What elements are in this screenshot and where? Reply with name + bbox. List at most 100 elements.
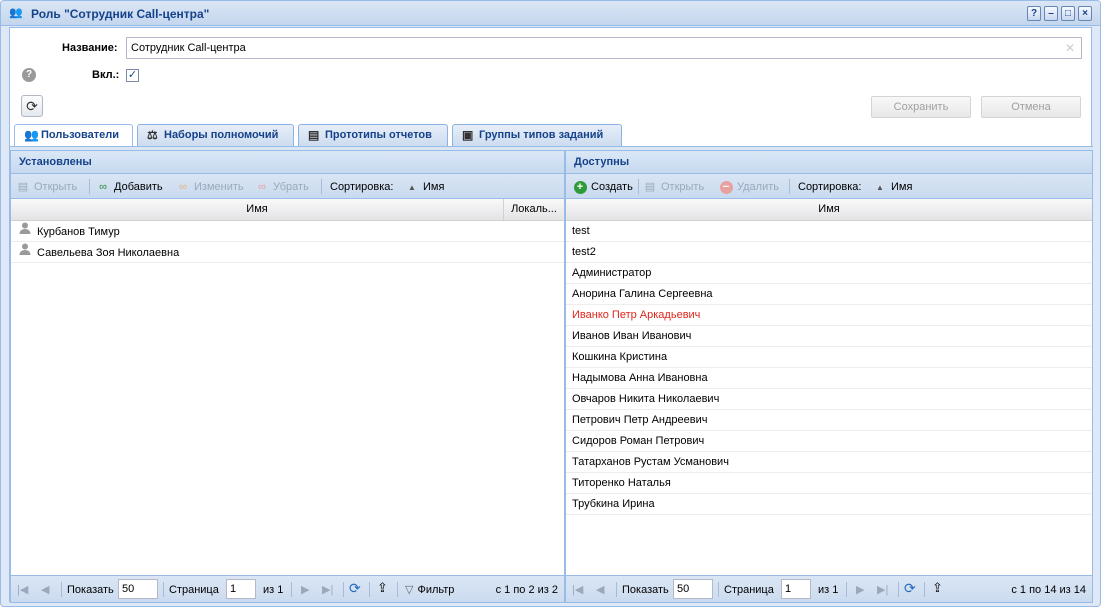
table-row[interactable]: Татарханов Рустам Усманович <box>566 452 1092 473</box>
reload-icon[interactable]: ⟳ <box>349 580 361 596</box>
toolbar-separator <box>638 179 639 194</box>
reload-icon[interactable]: ⟳ <box>904 580 916 596</box>
user-icon <box>17 221 33 241</box>
sort-field-button[interactable]: ▲ Имя <box>872 179 912 195</box>
page-input[interactable]: 1 <box>781 579 811 599</box>
toolbar-separator <box>321 179 322 194</box>
edit-button[interactable]: ∞ Изменить <box>175 179 244 195</box>
column-name[interactable]: Имя <box>566 199 1092 220</box>
role-window: 👥 Роль "Сотрудник Call-центра" ? – □ × Н… <box>0 0 1101 607</box>
table-row[interactable]: Анорина Галина Сергеевна <box>566 284 1092 305</box>
tab-task-type-groups-label: Группы типов заданий <box>479 129 604 141</box>
last-page-icon[interactable]: ▶| <box>877 582 888 598</box>
add-label: Добавить <box>114 181 163 193</box>
sort-field-button[interactable]: ▲ Имя <box>404 179 444 195</box>
window-body: Название: Сотрудник Call-центра ✕ ? Вкл.… <box>9 27 1093 603</box>
tab-permission-sets-label: Наборы полномочий <box>164 129 279 141</box>
table-row[interactable]: Савельева Зоя Николаевна <box>11 242 564 263</box>
table-row[interactable]: Сидоров Роман Петрович <box>566 431 1092 452</box>
open-button[interactable]: ▤ Открыть <box>15 179 77 195</box>
table-row[interactable]: test2 <box>566 242 1092 263</box>
next-page-icon[interactable]: ▶ <box>856 582 864 598</box>
table-row[interactable]: Курбанов Тимур <box>11 221 564 242</box>
cancel-button[interactable]: Отмена <box>981 96 1081 118</box>
pager-separator <box>846 582 847 597</box>
link-edit-icon: ∞ <box>179 181 187 193</box>
filter-label: Фильтр <box>417 584 455 596</box>
table-row[interactable]: Иванов Иван Иванович <box>566 326 1092 347</box>
sort-asc-icon: ▲ <box>876 183 884 192</box>
table-row[interactable]: Трубкина Ирина <box>566 494 1092 515</box>
add-button[interactable]: ∞ Добавить <box>95 179 163 195</box>
next-page-icon[interactable]: ▶ <box>301 582 309 598</box>
pager-summary: с 1 по 2 из 2 <box>495 584 558 596</box>
refresh-icon[interactable]: ⟳ <box>21 95 43 117</box>
page-input[interactable]: 1 <box>226 579 256 599</box>
table-row[interactable]: Иванко Петр Аркадьевич <box>566 305 1092 326</box>
sort-label: Сортировка: <box>330 181 394 193</box>
prev-page-icon[interactable]: ◀ <box>596 582 604 598</box>
tab-permission-sets[interactable]: ⚖ Наборы полномочий <box>137 124 294 146</box>
installed-panel: Установлены ▤ Открыть ∞ Добавить ∞ Изменить… <box>10 150 565 603</box>
page-size-label: Показать <box>622 584 669 596</box>
clear-icon[interactable]: ✕ <box>1065 41 1075 55</box>
tab-task-type-groups[interactable]: ▣ Группы типов заданий <box>452 124 622 146</box>
enabled-label: Вкл.: <box>92 69 120 81</box>
table-row[interactable]: Администратор <box>566 263 1092 284</box>
table-row[interactable]: test <box>566 221 1092 242</box>
create-button[interactable]: + Создать <box>572 179 633 195</box>
save-button[interactable]: Сохранить <box>871 96 971 118</box>
table-row[interactable]: Кошкина Кристина <box>566 347 1092 368</box>
export-icon[interactable]: ⇪ <box>932 580 943 596</box>
close-icon[interactable]: × <box>1078 6 1092 21</box>
help-icon[interactable]: ? <box>1027 6 1041 21</box>
open-label: Открыть <box>34 181 78 193</box>
available-rows: test test2 Администратор Анорина Галина Сер… <box>566 221 1092 515</box>
table-row[interactable]: Надымова Анна Ивановна <box>566 368 1092 389</box>
column-name[interactable]: Имя <box>11 199 504 220</box>
name-input[interactable]: Сотрудник Call-центра ✕ <box>126 37 1082 59</box>
table-row[interactable]: Петрович Петр Андреевич <box>566 410 1092 431</box>
tab-report-prototypes-label: Прототипы отчетов <box>325 129 432 141</box>
first-page-icon[interactable]: |◀ <box>572 582 583 598</box>
remove-label: Убрать <box>273 181 309 193</box>
installed-toolbar: ▤ Открыть ∞ Добавить ∞ Изменить ∞ Убрать Сор… <box>11 174 564 199</box>
window-titlebar[interactable]: 👥 Роль "Сотрудник Call-центра" ? – □ × <box>1 1 1100 26</box>
question-icon[interactable]: ? <box>22 68 36 82</box>
table-row[interactable]: Титоренко Наталья <box>566 473 1092 494</box>
folder-icon: ▣ <box>462 128 474 142</box>
remove-button[interactable]: ∞ Убрать <box>254 179 309 195</box>
first-page-icon[interactable]: |◀ <box>17 582 28 598</box>
document-icon: ▤ <box>17 181 29 193</box>
prev-page-icon[interactable]: ◀ <box>41 582 49 598</box>
filter-button[interactable]: ▽ Фильтр <box>405 582 454 598</box>
sort-field-label: Имя <box>891 181 913 193</box>
pager-separator <box>369 582 370 597</box>
installed-pager: |◀ ◀ Показать 50 Страница 1 из 1 ▶ ▶| ⟳ … <box>11 575 564 602</box>
page-size-input[interactable]: 50 <box>118 579 158 599</box>
pager-separator <box>163 582 164 597</box>
pager-separator <box>343 582 344 597</box>
pager-separator <box>291 582 292 597</box>
delete-label: Удалить <box>737 181 779 193</box>
delete-button[interactable]: − Удалить <box>718 179 779 195</box>
tab-users[interactable]: 👥 Пользователи <box>14 124 133 147</box>
tab-users-label: Пользователи <box>41 129 120 141</box>
maximize-icon[interactable]: □ <box>1061 6 1075 21</box>
minimize-icon[interactable]: – <box>1044 6 1058 21</box>
open-button[interactable]: ▤ Открыть <box>642 179 704 195</box>
last-page-icon[interactable]: ▶| <box>322 582 333 598</box>
column-locale[interactable]: Локаль... <box>504 199 564 220</box>
installed-column-header: Имя Локаль... <box>11 199 564 221</box>
toolbar-separator <box>89 179 90 194</box>
page-size-input[interactable]: 50 <box>673 579 713 599</box>
toolbar-separator <box>789 179 790 194</box>
sort-label: Сортировка: <box>798 181 862 193</box>
table-row[interactable]: Овчаров Никита Николаевич <box>566 389 1092 410</box>
export-icon[interactable]: ⇪ <box>377 580 388 596</box>
basket-icon: ⚖ <box>147 128 158 142</box>
tab-report-prototypes[interactable]: ▤ Прототипы отчетов <box>298 124 448 146</box>
pager-separator <box>397 582 398 597</box>
enabled-checkbox[interactable]: ✓ <box>126 69 139 82</box>
document-icon: ▤ <box>644 181 656 193</box>
